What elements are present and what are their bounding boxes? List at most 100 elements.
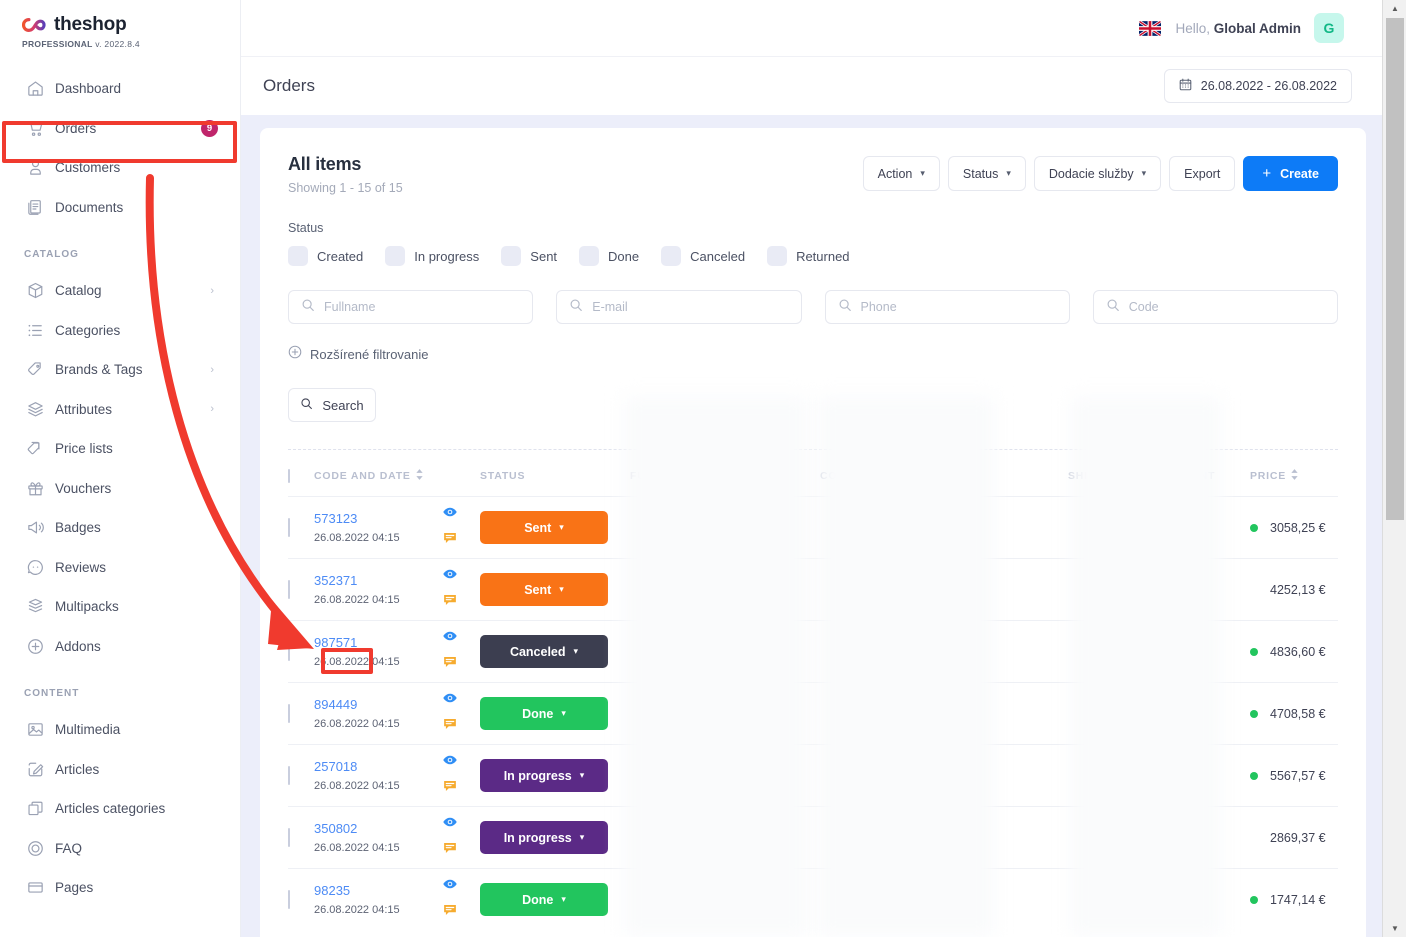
status-button[interactable]: Done ▾ bbox=[480, 697, 608, 730]
sidebar-item-vouchers[interactable]: Vouchers bbox=[0, 469, 240, 509]
advanced-filter-toggle[interactable]: Rozšírené filtrovanie bbox=[288, 345, 1338, 364]
sidebar-item-categories[interactable]: Categories bbox=[0, 311, 240, 351]
column-header-code-and-date[interactable]: CODE AND DATE bbox=[314, 456, 442, 497]
table-row[interactable]: 98235 26.08.2022 04:15 Done ▾ 1747,14 € bbox=[288, 868, 1338, 931]
eye-icon[interactable] bbox=[442, 628, 458, 649]
checkbox[interactable] bbox=[661, 246, 682, 266]
comment-icon[interactable] bbox=[442, 654, 458, 675]
eye-icon[interactable] bbox=[442, 566, 458, 587]
sidebar-item-faq[interactable]: FAQ bbox=[0, 829, 240, 869]
row-checkbox[interactable] bbox=[288, 641, 290, 661]
status-filter-in-progress[interactable]: In progress bbox=[385, 246, 479, 266]
phone-input[interactable] bbox=[860, 300, 1057, 314]
select-all-checkbox[interactable] bbox=[288, 468, 290, 483]
comment-icon[interactable] bbox=[442, 840, 458, 861]
date-range-picker[interactable]: 26.08.2022 - 26.08.2022 bbox=[1163, 69, 1352, 103]
scroll-up-arrow[interactable]: ▲ bbox=[1383, 0, 1406, 17]
eye-icon[interactable] bbox=[442, 752, 458, 773]
status-filter-returned[interactable]: Returned bbox=[767, 246, 850, 266]
row-checkbox[interactable] bbox=[288, 703, 290, 723]
eye-icon[interactable] bbox=[442, 690, 458, 711]
table-row[interactable]: 987571 26.08.2022 04:15 Canceled ▾ 4836,60 € bbox=[288, 620, 1338, 683]
status-button[interactable]: Sent ▾ bbox=[480, 511, 608, 544]
row-checkbox[interactable] bbox=[288, 889, 290, 909]
table-row[interactable]: 894449 26.08.2022 04:15 Done ▾ 4708,58 € bbox=[288, 682, 1338, 745]
checkbox[interactable] bbox=[501, 246, 522, 266]
table-row[interactable]: 257018 26.08.2022 04:15 In progress ▾ 5567,5… bbox=[288, 744, 1338, 807]
row-checkbox[interactable] bbox=[288, 579, 290, 599]
sidebar-item-customers[interactable]: Customers bbox=[0, 148, 240, 188]
checkbox[interactable] bbox=[579, 246, 600, 266]
order-code-link[interactable]: 987571 bbox=[314, 635, 442, 650]
order-code-link[interactable]: 894449 bbox=[314, 697, 442, 712]
order-code-link[interactable]: 350802 bbox=[314, 821, 442, 836]
fullname-field[interactable] bbox=[288, 290, 534, 324]
comment-icon[interactable] bbox=[442, 530, 458, 551]
sidebar-item-addons[interactable]: Addons bbox=[0, 627, 240, 667]
scroll-thumb[interactable] bbox=[1386, 18, 1404, 520]
row-checkbox[interactable] bbox=[288, 517, 290, 537]
delivery-services-dropdown[interactable]: Dodacie služby ▾ bbox=[1033, 156, 1162, 191]
email-input[interactable] bbox=[592, 300, 789, 314]
sidebar-item-multimedia[interactable]: Multimedia bbox=[0, 710, 240, 750]
status-button[interactable]: In progress ▾ bbox=[480, 821, 608, 854]
search-button[interactable]: Search bbox=[288, 388, 376, 422]
table-row[interactable]: 573123 26.08.2022 04:15 Sent ▾ 3058,25 € bbox=[288, 496, 1338, 559]
checkbox[interactable] bbox=[767, 246, 788, 266]
status-filter-done[interactable]: Done bbox=[579, 246, 639, 266]
status-filter-created[interactable]: Created bbox=[288, 246, 363, 266]
status-dropdown[interactable]: Status ▾ bbox=[947, 156, 1026, 191]
eye-icon[interactable] bbox=[442, 876, 458, 897]
brand-logo[interactable]: theshop PROFESSIONAL v. 2022.8.4 bbox=[0, 0, 240, 49]
sidebar-item-orders[interactable]: Orders 9 bbox=[0, 109, 240, 149]
status-button[interactable]: Sent ▾ bbox=[480, 573, 608, 606]
table-row[interactable]: 352371 26.08.2022 04:15 Sent ▾ 4252,13 € bbox=[288, 558, 1338, 621]
status-filter-sent[interactable]: Sent bbox=[501, 246, 557, 266]
status-filter-canceled[interactable]: Canceled bbox=[661, 246, 745, 266]
status-button[interactable]: Canceled ▾ bbox=[480, 635, 608, 668]
row-checkbox[interactable] bbox=[288, 827, 290, 847]
sidebar-item-articles-categories[interactable]: Articles categories bbox=[0, 789, 240, 829]
comment-icon[interactable] bbox=[442, 716, 458, 737]
create-button[interactable]: + Create bbox=[1243, 156, 1338, 191]
order-code-link[interactable]: 573123 bbox=[314, 511, 442, 526]
row-checkbox[interactable] bbox=[288, 765, 290, 785]
sidebar-item-multipacks[interactable]: Multipacks bbox=[0, 587, 240, 627]
sidebar-item-price-lists[interactable]: Price lists bbox=[0, 429, 240, 469]
sidebar-item-documents[interactable]: Documents bbox=[0, 188, 240, 228]
checkbox[interactable] bbox=[288, 246, 308, 266]
sort-icon[interactable] bbox=[1286, 469, 1299, 482]
sidebar-item-reviews[interactable]: Reviews bbox=[0, 548, 240, 588]
phone-field[interactable] bbox=[824, 290, 1070, 324]
table-row[interactable]: 350802 26.08.2022 04:15 In progress ▾ 2869,3… bbox=[288, 806, 1338, 869]
fullname-input[interactable] bbox=[324, 300, 521, 314]
sort-icon[interactable] bbox=[411, 469, 424, 482]
comment-icon[interactable] bbox=[442, 902, 458, 923]
code-field[interactable] bbox=[1092, 290, 1338, 324]
uk-flag-icon[interactable] bbox=[1139, 20, 1162, 36]
column-header-price[interactable]: PRICE bbox=[1250, 456, 1338, 497]
avatar[interactable]: G bbox=[1314, 13, 1344, 43]
scroll-down-arrow[interactable]: ▼ bbox=[1383, 920, 1406, 937]
sidebar-item-brands-tags[interactable]: Brands & Tags › bbox=[0, 350, 240, 390]
sidebar-item-articles[interactable]: Articles bbox=[0, 750, 240, 790]
sidebar-item-pages[interactable]: Pages bbox=[0, 868, 240, 908]
sidebar-item-badges[interactable]: Badges bbox=[0, 508, 240, 548]
order-code-link[interactable]: 98235 bbox=[314, 883, 442, 898]
checkbox[interactable] bbox=[385, 246, 406, 266]
email-field[interactable] bbox=[556, 290, 802, 324]
comment-icon[interactable] bbox=[442, 592, 458, 613]
order-code-link[interactable]: 352371 bbox=[314, 573, 442, 588]
sidebar-item-catalog[interactable]: Catalog › bbox=[0, 271, 240, 311]
order-code-link[interactable]: 257018 bbox=[314, 759, 442, 774]
eye-icon[interactable] bbox=[442, 504, 458, 525]
status-button[interactable]: In progress ▾ bbox=[480, 759, 608, 792]
sidebar-item-dashboard[interactable]: Dashboard bbox=[0, 69, 240, 109]
action-dropdown[interactable]: Action ▾ bbox=[862, 156, 940, 191]
status-button[interactable]: Done ▾ bbox=[480, 883, 608, 917]
eye-icon[interactable] bbox=[442, 814, 458, 835]
sidebar-item-attributes[interactable]: Attributes › bbox=[0, 390, 240, 430]
export-button[interactable]: Export bbox=[1169, 156, 1236, 191]
comment-icon[interactable] bbox=[442, 778, 458, 799]
code-input[interactable] bbox=[1128, 300, 1325, 314]
